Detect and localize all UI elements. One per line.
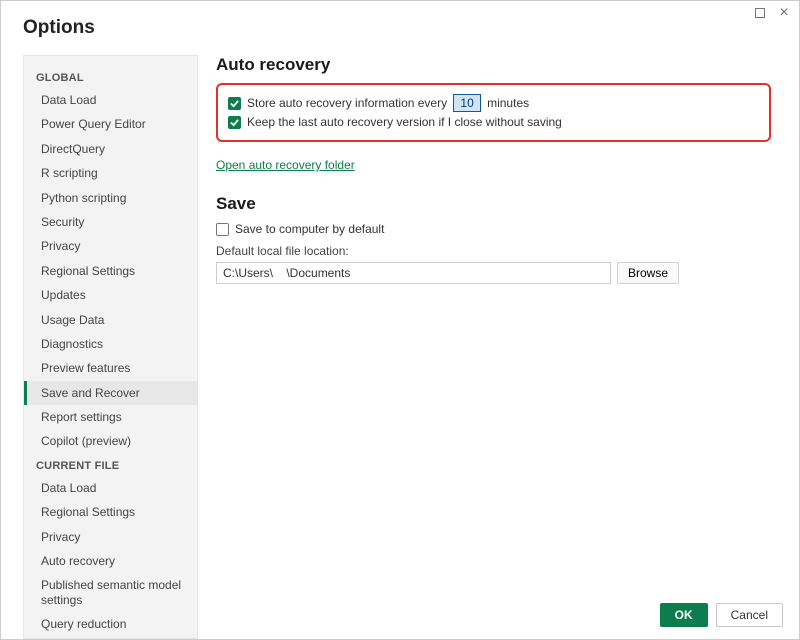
- section-title-auto-recovery: Auto recovery: [216, 55, 771, 75]
- sidebar-item[interactable]: Report settings: [24, 405, 197, 429]
- save-default-label: Save to computer by default: [235, 222, 384, 236]
- sidebar-item[interactable]: Data Load: [24, 476, 197, 500]
- keep-last-version-row: Keep the last auto recovery version if I…: [228, 115, 759, 129]
- sidebar-item[interactable]: Privacy: [24, 525, 197, 549]
- store-auto-recovery-label-pre: Store auto recovery information every: [247, 96, 447, 110]
- store-auto-recovery-checkbox[interactable]: [228, 97, 241, 110]
- sidebar-item[interactable]: Data Load: [24, 88, 197, 112]
- sidebar-item[interactable]: Copilot (preview): [24, 429, 197, 453]
- auto-recovery-store-row: Store auto recovery information every mi…: [228, 94, 759, 112]
- section-title-save: Save: [216, 194, 771, 214]
- sidebar-item[interactable]: Updates: [24, 283, 197, 307]
- sidebar: GLOBALData LoadPower Query EditorDirectQ…: [23, 55, 198, 639]
- sidebar-section-header: CURRENT FILE: [24, 454, 197, 476]
- cancel-button[interactable]: Cancel: [716, 603, 783, 627]
- save-default-row: Save to computer by default: [216, 222, 771, 236]
- sidebar-item[interactable]: Published semantic model settings: [24, 573, 197, 612]
- auto-recovery-interval-input[interactable]: [453, 94, 481, 112]
- sidebar-item[interactable]: Query reduction: [24, 612, 197, 636]
- dialog-title: Options: [1, 1, 799, 45]
- store-auto-recovery-label-post: minutes: [487, 96, 529, 110]
- close-icon[interactable]: ×: [777, 6, 791, 20]
- sidebar-item[interactable]: Save and Recover: [24, 381, 197, 405]
- sidebar-item[interactable]: Preview features: [24, 356, 197, 380]
- window-controls: ×: [753, 6, 791, 20]
- open-auto-recovery-link[interactable]: Open auto recovery folder: [216, 158, 355, 172]
- dialog-footer: OK Cancel: [660, 603, 783, 627]
- sidebar-item[interactable]: Auto recovery: [24, 549, 197, 573]
- sidebar-section-header: GLOBAL: [24, 66, 197, 88]
- ok-button[interactable]: OK: [660, 603, 708, 627]
- auto-recovery-highlight: Store auto recovery information every mi…: [216, 83, 771, 142]
- sidebar-item[interactable]: Diagnostics: [24, 332, 197, 356]
- sidebar-item[interactable]: Report settings: [24, 637, 197, 639]
- sidebar-item[interactable]: Security: [24, 210, 197, 234]
- sidebar-item[interactable]: DirectQuery: [24, 137, 197, 161]
- sidebar-item[interactable]: Regional Settings: [24, 259, 197, 283]
- sidebar-item[interactable]: Regional Settings: [24, 500, 197, 524]
- options-dialog: × Options GLOBALData LoadPower Query Edi…: [0, 0, 800, 640]
- sidebar-item[interactable]: R scripting: [24, 161, 197, 185]
- save-default-checkbox[interactable]: [216, 223, 229, 236]
- keep-last-version-label: Keep the last auto recovery version if I…: [247, 115, 562, 129]
- dialog-body: GLOBALData LoadPower Query EditorDirectQ…: [1, 45, 799, 639]
- content-pane: Auto recovery Store auto recovery inform…: [210, 55, 777, 639]
- maximize-icon[interactable]: [753, 6, 767, 20]
- sidebar-item[interactable]: Power Query Editor: [24, 112, 197, 136]
- browse-button[interactable]: Browse: [617, 262, 679, 284]
- sidebar-item[interactable]: Python scripting: [24, 186, 197, 210]
- sidebar-item[interactable]: Usage Data: [24, 308, 197, 332]
- location-row: Browse: [216, 262, 771, 284]
- keep-last-version-checkbox[interactable]: [228, 116, 241, 129]
- location-label: Default local file location:: [216, 244, 771, 258]
- location-input[interactable]: [216, 262, 611, 284]
- sidebar-item[interactable]: Privacy: [24, 234, 197, 258]
